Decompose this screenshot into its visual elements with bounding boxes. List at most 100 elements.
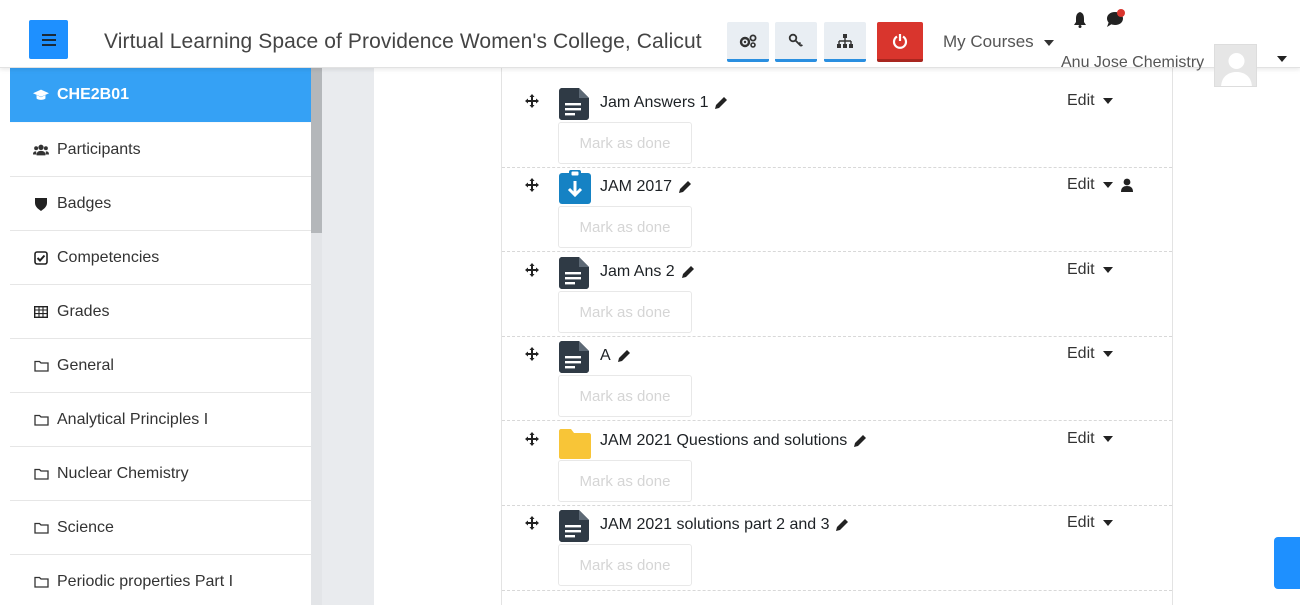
shield-icon: [33, 196, 49, 212]
sidebar-item-label: Science: [57, 518, 114, 536]
cogs-icon: [739, 34, 757, 48]
activity-link[interactable]: JAM 2017: [600, 178, 692, 196]
activity-row: A Edit Mark as done: [502, 337, 1172, 421]
activity-link[interactable]: JAM 2021 solutions part 2 and 3: [600, 516, 849, 534]
users-icon: [33, 142, 49, 158]
move-icon[interactable]: [525, 516, 539, 530]
move-icon[interactable]: [525, 263, 539, 277]
caret-down-icon: [1102, 351, 1113, 357]
page-icon: [559, 88, 589, 120]
admin-settings-button[interactable]: [727, 22, 769, 62]
menu-toggle-button[interactable]: [29, 20, 68, 59]
hamburger-icon: [41, 33, 56, 46]
notifications-bell-icon[interactable]: [1073, 12, 1087, 28]
edit-title-pencil-icon[interactable]: [681, 265, 695, 279]
sidebar-item-label: Analytical Principles I: [57, 410, 209, 428]
user-group-mode-icon[interactable]: [1120, 178, 1133, 192]
sidebar-item-label: Periodic properties Part I: [57, 573, 234, 590]
mark-as-done-button[interactable]: Mark as done: [558, 375, 692, 417]
page-icon: [559, 510, 589, 542]
mark-as-done-button[interactable]: Mark as done: [558, 122, 692, 164]
edit-title-pencil-icon[interactable]: [678, 180, 692, 194]
key-button[interactable]: [775, 22, 817, 62]
caret-down-icon: [1102, 267, 1113, 273]
site-title[interactable]: Virtual Learning Space of Providence Wom…: [104, 30, 702, 54]
activity-link[interactable]: Jam Ans 2: [600, 263, 695, 281]
logout-button[interactable]: [877, 22, 923, 62]
top-navbar: Virtual Learning Space of Providence Wom…: [0, 0, 1300, 87]
folder-icon: [33, 412, 49, 428]
sidebar-item-science[interactable]: Science: [10, 501, 311, 555]
activity-link[interactable]: Jam Answers 1: [600, 94, 728, 112]
edit-menu[interactable]: Edit: [1067, 176, 1133, 194]
activity-row: JAM 2021 Questions and solutions Edit Ma…: [502, 421, 1172, 506]
sidebar-item-analytical-principles[interactable]: Analytical Principles I: [10, 393, 311, 447]
move-icon[interactable]: [525, 178, 539, 192]
sidebar-item-nuclear-chemistry[interactable]: Nuclear Chemistry: [10, 447, 311, 501]
move-icon[interactable]: [525, 347, 539, 361]
folder-icon: [33, 574, 49, 590]
move-icon[interactable]: [525, 94, 539, 108]
caret-down-icon: [1102, 98, 1113, 104]
edit-menu[interactable]: Edit: [1067, 514, 1113, 532]
sidebar-scrollbar-thumb[interactable]: [311, 68, 322, 233]
user-name[interactable]: Anu Jose Chemistry: [1061, 54, 1204, 72]
page-gutter: [322, 68, 374, 605]
folder-icon: [33, 358, 49, 374]
caret-down-icon: [1102, 520, 1113, 526]
sitemap-icon: [837, 33, 853, 48]
edit-menu[interactable]: Edit: [1067, 430, 1113, 448]
sidebar-item-participants[interactable]: Participants: [10, 123, 311, 177]
sidebar-item-label: Nuclear Chemistry: [57, 464, 189, 482]
edit-menu[interactable]: Edit: [1067, 261, 1113, 279]
sidebar-item-badges[interactable]: Badges: [10, 177, 311, 231]
mark-as-done-button[interactable]: Mark as done: [558, 460, 692, 502]
message-count-badge: [1117, 9, 1125, 17]
graduation-cap-icon: [33, 87, 49, 103]
sidebar-item-label: Badges: [57, 194, 112, 212]
sidebar-item-label: Participants: [57, 140, 141, 158]
caret-down-icon: [1044, 39, 1055, 46]
edit-title-pencil-icon[interactable]: [835, 518, 849, 532]
sitemap-button[interactable]: [824, 22, 866, 62]
scroll-to-top-button[interactable]: [1274, 537, 1300, 589]
page-icon: [559, 257, 589, 289]
mark-as-done-button[interactable]: Mark as done: [558, 206, 692, 248]
user-avatar-icon: [1221, 53, 1252, 86]
sidebar-item-label: CHE2B01: [57, 86, 130, 103]
activity-link[interactable]: JAM 2021 Questions and solutions: [600, 432, 867, 450]
caret-down-icon: [1102, 182, 1113, 188]
key-icon: [788, 33, 803, 47]
page-icon: [559, 341, 589, 373]
mark-as-done-button[interactable]: Mark as done: [558, 291, 692, 333]
sidebar-item-periodic-properties[interactable]: Periodic properties Part I: [10, 555, 311, 605]
avatar[interactable]: [1214, 44, 1257, 87]
sidebar-item-general[interactable]: General: [10, 339, 311, 393]
sidebar-item-label: Grades: [57, 302, 110, 320]
edit-title-pencil-icon[interactable]: [617, 349, 631, 363]
folder-icon: [33, 520, 49, 536]
mark-as-done-button[interactable]: Mark as done: [558, 544, 692, 586]
download-icon: [559, 170, 591, 204]
edit-title-pencil-icon[interactable]: [714, 96, 728, 110]
move-icon[interactable]: [525, 432, 539, 446]
sidebar-item-grades[interactable]: Grades: [10, 285, 311, 339]
activity-row: JAM 2021 solutions part 2 and 3 Edit Mar…: [502, 506, 1172, 591]
activity-row: Jam Ans 2 Edit Mark as done: [502, 252, 1172, 337]
sidebar-item-label: Competencies: [57, 248, 160, 266]
my-courses-menu[interactable]: My Courses: [943, 32, 1055, 52]
edit-title-pencil-icon[interactable]: [853, 434, 867, 448]
table-icon: [33, 304, 49, 320]
power-icon: [892, 33, 908, 49]
user-menu-caret-icon[interactable]: [1277, 56, 1287, 62]
edit-menu[interactable]: Edit: [1067, 92, 1113, 110]
edit-menu[interactable]: Edit: [1067, 345, 1113, 363]
check-square-icon: [33, 250, 49, 266]
folder-icon: [559, 429, 591, 459]
caret-down-icon: [1102, 436, 1113, 442]
folder-icon: [33, 466, 49, 482]
activity-row: JAM 2017 Edit Mark as done: [502, 168, 1172, 252]
activity-link[interactable]: A: [600, 347, 631, 365]
sidebar-item-course[interactable]: CHE2B01: [10, 68, 311, 122]
sidebar-item-competencies[interactable]: Competencies: [10, 231, 311, 285]
